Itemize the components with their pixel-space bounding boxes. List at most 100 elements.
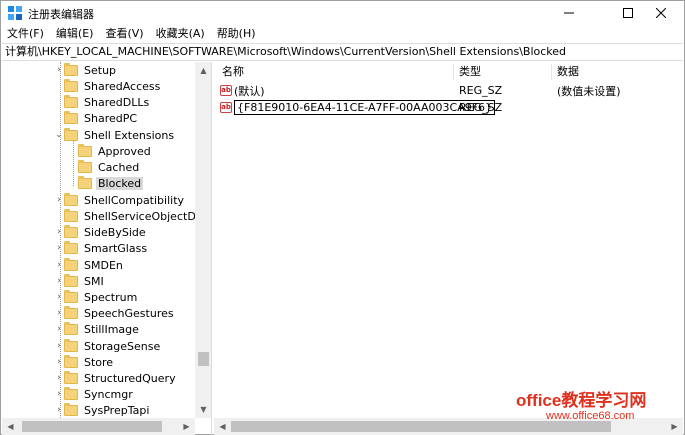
- folder-icon: [64, 289, 78, 303]
- column-header-name[interactable]: 名称: [218, 64, 244, 80]
- tree-item[interactable]: › Syncmgr: [54, 386, 135, 402]
- folder-icon: [64, 273, 78, 287]
- value-type: REG_SZ: [459, 84, 503, 97]
- chevron-down-icon[interactable]: ⌄: [54, 127, 64, 143]
- value-row[interactable]: ab {F81E9010-6EA4-11CE-A7FF-00AA003CA9F6…: [214, 99, 683, 116]
- scroll-right-arrow-icon[interactable]: ▶: [178, 418, 195, 435]
- menu-bar: 文件(F) 编辑(E) 查看(V) 收藏夹(A) 帮助(H): [1, 25, 684, 43]
- chevron-right-icon[interactable]: ›: [54, 257, 64, 273]
- tree-item[interactable]: › StorageSense: [54, 338, 162, 354]
- folder-icon: [78, 143, 92, 157]
- folder-icon: [64, 192, 78, 206]
- values-list[interactable]: 名称 类型 数据 ab (默认) REG_SZ (数值未设置) ab {F81E…: [214, 62, 683, 435]
- folder-icon: [64, 354, 78, 368]
- tree-item[interactable]: › SMI: [54, 273, 106, 289]
- chevron-right-icon[interactable]: ›: [54, 273, 64, 289]
- folder-icon: [64, 305, 78, 319]
- value-name-edit-field[interactable]: {F81E9010-6EA4-11CE-A7FF-00AA003CA9F6}: [234, 100, 496, 115]
- site-watermark: office教程学习网 www.office68.com: [506, 386, 684, 434]
- folder-icon: [64, 402, 78, 416]
- chevron-right-icon[interactable]: ›: [54, 354, 64, 370]
- tree-item[interactable]: › Setup: [54, 62, 118, 78]
- maximize-icon: [623, 8, 633, 18]
- watermark-title: office教程学习网: [516, 391, 647, 410]
- close-icon: [656, 8, 666, 18]
- tree-item[interactable]: › SMDEn: [54, 257, 125, 273]
- folder-icon: [78, 159, 92, 173]
- chevron-right-icon[interactable]: ›: [54, 62, 64, 78]
- menu-edit[interactable]: 编辑(E): [50, 25, 100, 43]
- folder-icon: [64, 240, 78, 254]
- string-value-icon: ab: [220, 102, 232, 113]
- tree-item[interactable]: › SideBySide: [54, 224, 148, 240]
- value-data: (数值未设置): [557, 84, 621, 98]
- value-type: REG_SZ: [459, 101, 503, 114]
- registry-editor-window: 注册表编辑器 文件(F) 编辑(E) 查看(V) 收藏夹(A) 帮助(H) 计算…: [0, 0, 685, 435]
- tree-item[interactable]: › StillImage: [54, 321, 141, 337]
- value-name: (默认): [234, 84, 265, 98]
- tree-item[interactable]: SharedAccess: [54, 78, 162, 94]
- chevron-right-icon[interactable]: ›: [54, 402, 64, 418]
- minimize-icon: [564, 12, 574, 14]
- folder-icon: [64, 94, 78, 108]
- tree-item[interactable]: › SmartGlass: [54, 240, 149, 256]
- chevron-right-icon[interactable]: ›: [54, 321, 64, 337]
- scroll-down-arrow-icon[interactable]: ▼: [195, 401, 211, 418]
- folder-icon: [64, 321, 78, 335]
- tree-item[interactable]: Approved: [68, 143, 153, 159]
- column-separator[interactable]: [453, 64, 454, 80]
- tree-item[interactable]: › ShellCompatibility: [54, 192, 186, 208]
- tree-item[interactable]: › Store: [54, 354, 115, 370]
- value-row[interactable]: ab (默认) REG_SZ (数值未设置): [214, 82, 683, 99]
- folder-icon: [64, 224, 78, 238]
- key-tree[interactable]: › Setup SharedAccess SharedDLLs SharedPC…: [2, 62, 212, 435]
- tree-vscroll-thumb[interactable]: [198, 352, 209, 366]
- minimize-button[interactable]: [546, 1, 592, 25]
- menu-help[interactable]: 帮助(H): [211, 25, 262, 43]
- chevron-right-icon[interactable]: ›: [54, 289, 64, 305]
- tree-item[interactable]: › StructuredQuery: [54, 370, 178, 386]
- column-separator[interactable]: [551, 64, 552, 80]
- folder-icon: [64, 208, 78, 222]
- column-header-type[interactable]: 类型: [455, 64, 481, 80]
- title-bar[interactable]: 注册表编辑器: [1, 1, 684, 25]
- menu-file[interactable]: 文件(F): [1, 25, 50, 43]
- tree-item[interactable]: › SpeechGestures: [54, 305, 176, 321]
- tree-item[interactable]: › SysPrepTapi: [54, 402, 151, 418]
- tree-item[interactable]: Cached: [68, 159, 141, 175]
- string-value-icon: ab: [220, 85, 232, 96]
- tree-item[interactable]: ShellServiceObjectDelayLoad: [54, 208, 211, 224]
- tree-item-selected[interactable]: Blocked: [68, 175, 144, 191]
- tree-horizontal-scrollbar[interactable]: ◀ ▶: [2, 418, 195, 435]
- window-title: 注册表编辑器: [28, 8, 94, 21]
- tree-vertical-scrollbar[interactable]: ▲ ▼: [195, 62, 211, 418]
- folder-icon: [64, 338, 78, 352]
- folder-icon: [64, 110, 78, 124]
- chevron-right-icon[interactable]: ›: [54, 192, 64, 208]
- regedit-icon: [8, 6, 22, 20]
- watermark-url: www.office68.com: [546, 410, 635, 422]
- tree-item[interactable]: › Spectrum: [54, 289, 139, 305]
- chevron-right-icon[interactable]: ›: [54, 305, 64, 321]
- chevron-right-icon[interactable]: ›: [54, 224, 64, 240]
- folder-icon: [64, 257, 78, 271]
- folder-icon: [64, 386, 78, 400]
- tree-item[interactable]: SharedPC: [54, 110, 139, 126]
- tree-hscroll-thumb[interactable]: [22, 421, 162, 432]
- menu-favorites[interactable]: 收藏夹(A): [150, 25, 211, 43]
- tree-item[interactable]: SharedDLLs: [54, 94, 151, 110]
- folder-icon: [64, 127, 78, 141]
- tree-item[interactable]: ⌄ Shell Extensions: [54, 127, 176, 143]
- scroll-left-arrow-icon[interactable]: ◀: [2, 418, 19, 435]
- menu-view[interactable]: 查看(V): [99, 25, 149, 43]
- address-bar[interactable]: 计算机\HKEY_LOCAL_MACHINE\SOFTWARE\Microsof…: [2, 43, 683, 61]
- chevron-right-icon[interactable]: ›: [54, 370, 64, 386]
- scroll-up-arrow-icon[interactable]: ▲: [195, 62, 211, 79]
- close-button[interactable]: [638, 1, 684, 25]
- folder-open-icon: [78, 175, 92, 189]
- chevron-right-icon[interactable]: ›: [54, 338, 64, 354]
- column-header-data[interactable]: 数据: [553, 64, 579, 80]
- chevron-right-icon[interactable]: ›: [54, 386, 64, 402]
- chevron-right-icon[interactable]: ›: [54, 240, 64, 256]
- scroll-left-arrow-icon[interactable]: ◀: [214, 418, 231, 435]
